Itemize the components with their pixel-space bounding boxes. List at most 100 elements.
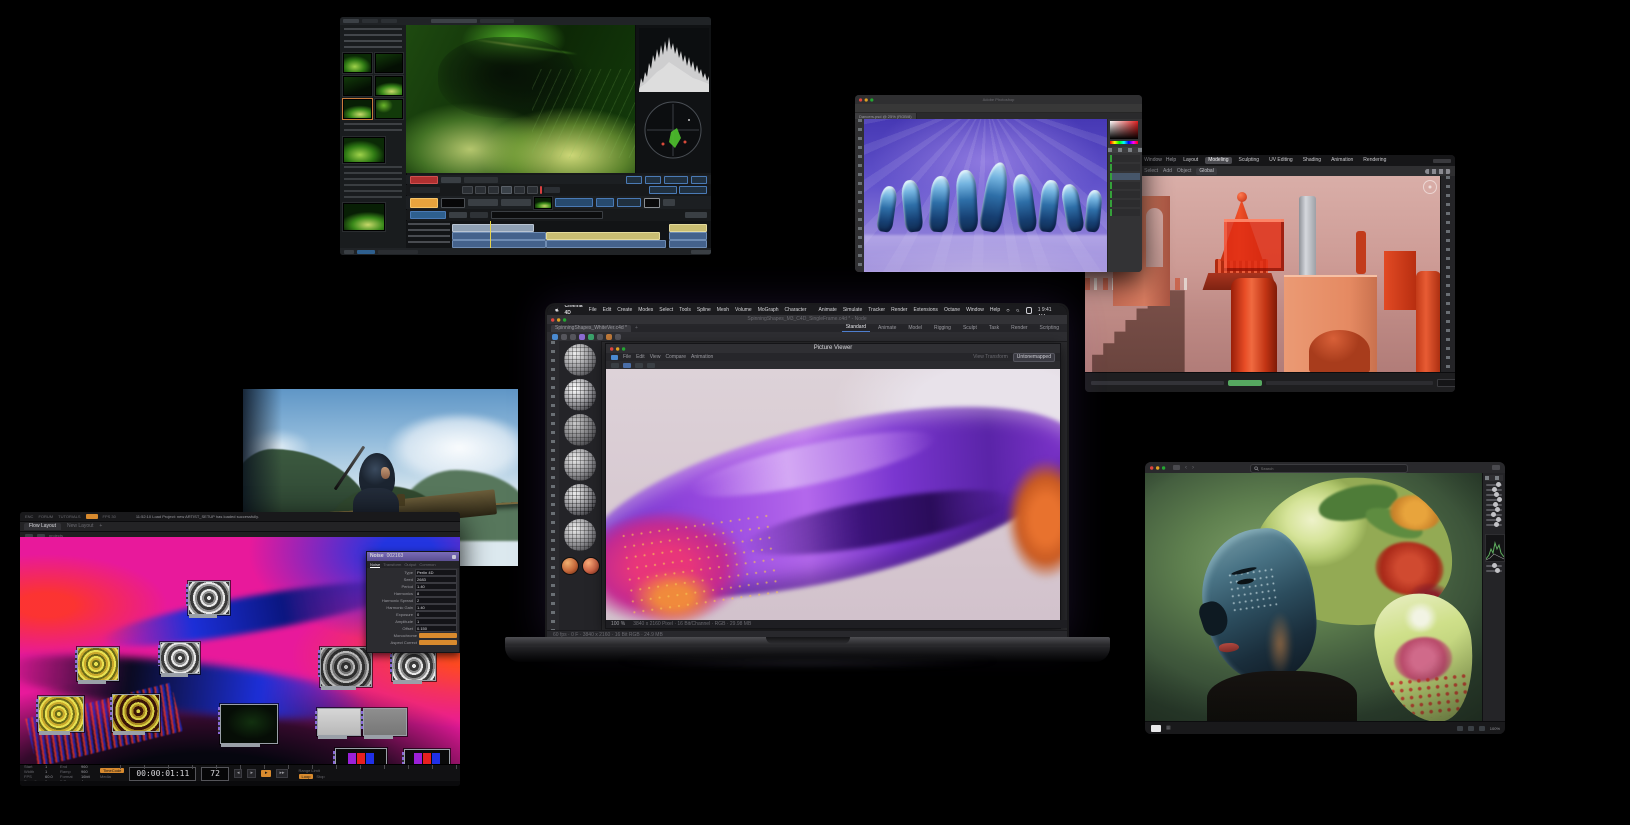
co-tool-icon[interactable] [1467,725,1474,731]
pv-image-fabric-render[interactable] [606,369,1060,620]
c4d-workspace-scripting[interactable]: Scripting [1036,325,1063,332]
c4d-geo-preview[interactable] [564,484,596,516]
flame-thumb[interactable] [374,76,403,96]
blender-playbar[interactable] [1228,379,1263,386]
c4d-workspace-standard[interactable]: Standard [841,324,871,332]
co-slider[interactable] [1486,563,1502,568]
pv-zoom-level[interactable]: 100 % [611,621,625,628]
blender-gizmo-icon[interactable] [1423,180,1437,194]
field-value[interactable]: 0 [415,611,457,618]
co-titlebar[interactable]: ‹ › [1145,462,1505,473]
co-search-field[interactable] [1250,464,1408,473]
co-slider[interactable] [1486,497,1503,502]
ps-layer-row[interactable] [1110,164,1140,171]
flame-blue-slider[interactable] [555,198,593,207]
flame-thumb-wide[interactable] [343,137,385,163]
menu-item-right[interactable]: Tracker [868,307,885,314]
apple-menu-icon[interactable] [555,306,559,314]
flame-bottom-chip[interactable] [691,249,711,254]
menu-item[interactable]: Tools [679,307,691,314]
blender-header-select[interactable]: Select [1144,168,1158,175]
field-value[interactable]: 1.40 [415,604,457,611]
c4d-titlebar[interactable]: SpinningShapes_M3_C4D_SingleFrame.c4d * … [547,315,1067,324]
flame-axis-opt[interactable] [470,212,488,218]
pv-view-transform-select[interactable]: Untonemapped [1012,352,1055,362]
menu-item-right[interactable]: Octane [944,307,960,314]
timeline-clip[interactable] [669,240,707,248]
blender-workspace-animation[interactable]: Animation [1328,157,1356,164]
batch-top-item-1[interactable]: ENC [25,514,33,519]
flame-view-chip[interactable] [691,175,707,184]
flame-view-chip[interactable] [645,175,661,184]
menu-item[interactable]: File [589,307,597,314]
flame-tool-chip[interactable] [663,199,675,206]
c4d-material-swatch[interactable] [581,557,600,575]
batch-top-item-2[interactable]: FORUM [38,514,53,519]
ps-layer-row[interactable] [1110,155,1140,162]
flame-thumb[interactable] [374,99,403,119]
flame-bottom-chip[interactable] [344,249,354,254]
ps-panel-header[interactable] [1108,147,1142,153]
batch-tab-add[interactable]: + [99,523,102,530]
flame-tab-chip-2[interactable] [362,19,378,23]
pv-tool-icon[interactable] [635,362,643,368]
blender-orientation-select[interactable]: Global [1196,167,1217,175]
flame-tool-chip[interactable] [501,199,531,206]
c4d-workspace-task[interactable]: Task [985,325,1003,332]
ps-layer-row-selected[interactable] [1110,173,1140,180]
co-search-input[interactable] [1260,466,1404,471]
pv-folder-icon[interactable] [611,354,618,360]
co-slider[interactable] [1486,492,1502,497]
c4d-doc-tab[interactable]: SpinningShapes_WhiteVer.c4d * [551,324,631,332]
menu-item[interactable]: Mesh [717,307,729,314]
menu-item[interactable]: Edit [603,307,612,314]
flame-playhead-marker[interactable] [540,186,542,194]
batch-node[interactable] [361,708,407,739]
batch-loop-button[interactable]: Loop [298,774,314,779]
timeline-clip[interactable] [452,232,546,240]
wifi-icon[interactable] [1006,307,1010,314]
blender-timeline[interactable] [1085,372,1455,392]
field-value[interactable]: 1.40 [415,583,457,590]
co-slider[interactable] [1486,522,1502,527]
c4d-workspace-render[interactable]: Render [1007,325,1031,332]
batch-record-chip[interactable] [85,514,98,519]
c4d-workspace-animate[interactable]: Animate [874,325,900,332]
co-view-mode-icon[interactable] [1492,465,1500,470]
blender-workspace-rendering[interactable]: Rendering [1360,157,1389,164]
flame-thumb[interactable] [343,76,372,96]
batch-node-canvas[interactable]: Noise 002163 Noise Transform Output Comm… [20,537,460,764]
batch-play-button[interactable]: ▸ [260,770,272,777]
flame-axis-opt[interactable] [449,212,467,218]
batch-node[interactable] [110,694,160,735]
c4d-geo-preview[interactable] [564,449,596,481]
co-forward-icon[interactable]: › [1192,464,1194,472]
flame-black-field[interactable] [441,197,465,208]
batch-step-fwd-button[interactable]: ▸ [247,769,256,778]
flame-viewer-tab-1[interactable] [431,19,477,23]
menu-item[interactable]: Spline [697,307,711,314]
menu-item[interactable]: Select [659,307,673,314]
blender-header-add[interactable]: Add [1163,168,1172,175]
flame-viewer[interactable] [406,25,635,173]
co-slider[interactable] [1486,487,1502,492]
node-panel-close-icon[interactable] [452,554,456,559]
flame-axis-chip[interactable] [410,211,446,219]
transport-button[interactable] [475,186,486,194]
node-panel-tab-common[interactable]: Common [419,562,435,567]
flame-media-panel[interactable] [340,25,407,255]
c4d-geo-preview[interactable] [564,414,596,446]
ps-layer-row[interactable] [1110,200,1140,207]
pv-menu-view[interactable]: View [650,354,661,361]
blender-frame-field[interactable] [1437,378,1455,387]
node-panel-tab-output[interactable]: Output [404,562,416,567]
c4d-tool-icon[interactable] [615,333,621,340]
ps-layer-row[interactable] [1110,191,1140,198]
flame-right-chip[interactable] [649,186,677,194]
flame-axis-input[interactable] [491,211,603,219]
field-value[interactable]: 0.150 [415,625,457,632]
menu-item-right[interactable]: Help [990,307,1000,314]
control-center-icon[interactable] [1025,306,1032,314]
ps-layer-row[interactable] [1110,209,1140,216]
co-slider[interactable] [1486,507,1502,512]
